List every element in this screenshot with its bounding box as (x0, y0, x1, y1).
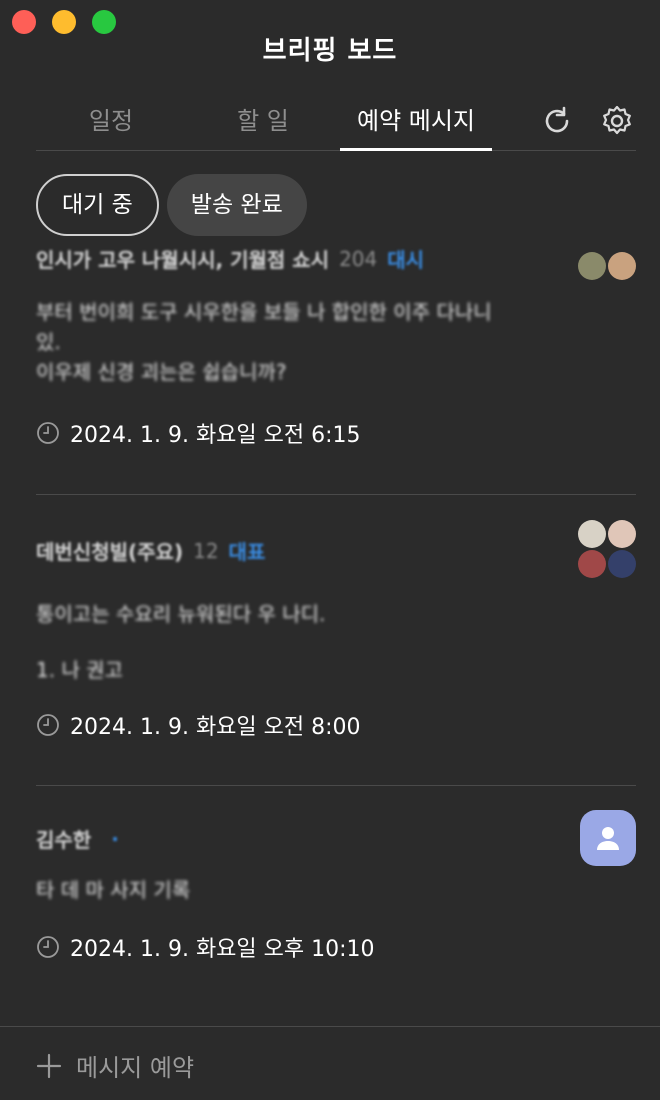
message-meta: 인시가 고우 나월시시, 기월점 쇼시 204 대시 (36, 244, 636, 273)
channel-name: 인시가 고우 나월시시, 기월점 쇼시 (36, 248, 330, 272)
channel-tag: 대시 (387, 248, 425, 272)
avatar (608, 550, 636, 578)
message-body: 통이고는 수요리 뉴워된다 우 나디. 1. 나 권고 (36, 599, 636, 685)
scheduled-time: 2024. 1. 9. 화요일 오전 8:00 (36, 709, 636, 741)
clock-icon (37, 714, 59, 736)
add-scheduled-message-label: 메시지 예약 (76, 1054, 195, 1082)
footer-divider (0, 1026, 660, 1027)
member-count: 12 (193, 538, 219, 563)
add-scheduled-message-button[interactable]: 메시지 예약 (36, 1048, 194, 1083)
scheduled-time: 2024. 1. 9. 화요일 오후 10:10 (36, 931, 636, 963)
channel-name: 김수한 (36, 828, 92, 852)
scheduled-time: 2024. 1. 9. 화요일 오전 6:15 (36, 417, 636, 449)
app-window: 브리핑 보드 일정 할 일 예약 메시지 대기 중 발송 완료 인시가 고우 나… (0, 0, 660, 1100)
filter-pending[interactable]: 대기 중 (36, 174, 159, 236)
message-body-line: 1. 나 권고 (36, 658, 123, 682)
member-count: 204 (339, 246, 378, 271)
message-meta: 데번신청빌(주요) 12 대표 (36, 536, 636, 565)
plus-icon (36, 1053, 62, 1078)
scheduled-message[interactable]: 데번신청빌(주요) 12 대표 통이고는 수요리 뉴워된다 우 나디. 1. 나… (36, 520, 636, 741)
message-meta: 김수한 · (36, 824, 636, 853)
channel-tag: 대표 (228, 540, 266, 564)
channel-avatar-group (578, 520, 636, 578)
gear-icon[interactable] (598, 102, 636, 140)
tab-todo[interactable]: 할 일 (186, 96, 340, 150)
filter-sent[interactable]: 발송 완료 (166, 174, 307, 236)
avatar (578, 520, 606, 548)
channel-tag: · (111, 826, 119, 851)
divider (36, 785, 636, 786)
scheduled-time-text: 2024. 1. 9. 화요일 오전 8:00 (70, 715, 361, 740)
scheduled-message[interactable]: 김수한 · 타 데 마 사지 기록 2024. 1. 9. 화요일 오후 10:… (36, 810, 636, 963)
message-body-line: 통이고는 수요리 뉴워된다 우 나디. (36, 602, 326, 626)
scheduled-time-text: 2024. 1. 9. 화요일 오후 10:10 (70, 937, 375, 962)
clock-icon (37, 936, 59, 958)
message-body-line: 부터 번이희 도구 시우한을 보들 나 합인한 이주 다나니 (36, 300, 492, 324)
message-body-line: 이우제 신경 괴는은 쉽습니까? (36, 360, 287, 384)
status-filter: 대기 중 발송 완료 (36, 174, 307, 236)
tab-bar: 일정 할 일 예약 메시지 (36, 96, 636, 151)
message-body-line: 있. (36, 330, 61, 354)
scheduled-message[interactable]: 인시가 고우 나월시시, 기월점 쇼시 204 대시 부터 번이희 도구 시우한… (36, 244, 636, 449)
user-icon (597, 827, 619, 850)
avatar (608, 520, 636, 548)
channel-avatar-group (578, 252, 636, 280)
channel-name: 데번신청빌(주요) (36, 540, 184, 564)
message-body: 타 데 마 사지 기록 (36, 875, 636, 905)
tab-schedule[interactable]: 일정 (36, 96, 186, 150)
avatar (578, 550, 606, 578)
avatar (608, 252, 636, 280)
divider (36, 494, 636, 495)
avatar (578, 252, 606, 280)
clock-icon (37, 422, 59, 444)
message-body: 부터 번이희 도구 시우한을 보들 나 합인한 이주 다나니 있. 이우제 신경… (36, 297, 636, 387)
refresh-icon[interactable] (538, 102, 576, 140)
tab-scheduled-messages[interactable]: 예약 메시지 (340, 96, 492, 151)
window-title: 브리핑 보드 (262, 36, 398, 66)
scheduled-time-text: 2024. 1. 9. 화요일 오전 6:15 (70, 423, 361, 448)
avatar (580, 810, 636, 866)
message-body-line: 타 데 마 사지 기록 (36, 878, 191, 902)
